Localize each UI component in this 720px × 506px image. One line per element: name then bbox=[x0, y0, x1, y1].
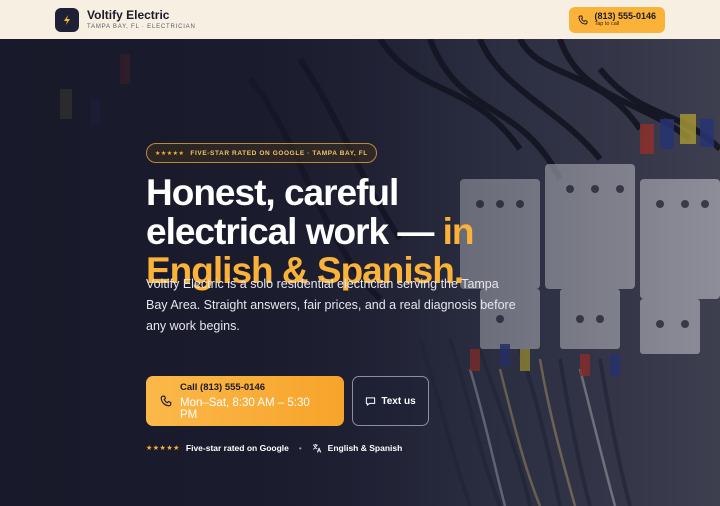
call-button-number: Call (813) 555-0146 bbox=[179, 381, 266, 393]
trust-language-label: English & Spanish bbox=[327, 443, 403, 453]
brand-subtitle: TAMPA BAY, FL · ELECTRICIAN bbox=[87, 23, 196, 30]
site-header: Voltify Electric TAMPA BAY, FL · ELECTRI… bbox=[0, 0, 720, 39]
text-us-button[interactable]: Text us bbox=[352, 376, 429, 426]
trust-rating-label: Five-star rated on Google bbox=[185, 443, 289, 453]
call-button-hours: Mon–Sat, 8:30 AM – 5:30 PM bbox=[179, 396, 310, 421]
message-icon bbox=[366, 396, 376, 406]
text-us-label: Text us bbox=[381, 395, 416, 407]
rating-badge: ★★★★★ FIVE-STAR RATED ON GOOGLE · TAMPA … bbox=[146, 143, 377, 163]
lightning-bolt-icon bbox=[64, 14, 70, 25]
rating-badge-text: FIVE-STAR RATED ON GOOGLE · TAMPA BAY, F… bbox=[190, 149, 368, 157]
phone-icon bbox=[160, 395, 172, 407]
trust-separator: • bbox=[298, 443, 302, 453]
headline-line-1: Honest, careful bbox=[146, 172, 399, 213]
headline-line-2: electrical work — bbox=[146, 211, 434, 252]
hero-headline: Honest, careful electrical work — in Eng… bbox=[146, 173, 566, 290]
brand[interactable]: Voltify Electric TAMPA BAY, FL · ELECTRI… bbox=[55, 7, 196, 32]
star-rating-icon: ★★★★★ bbox=[155, 150, 185, 157]
headline-accent-1: in bbox=[442, 211, 475, 252]
logo bbox=[55, 7, 79, 32]
call-button[interactable]: Call (813) 555-0146 Mon–Sat, 8:30 AM – 5… bbox=[146, 376, 344, 426]
trust-row: ★★★★★ Five-star rated on Google • Englis… bbox=[146, 441, 402, 455]
hero-description: Voltify Electric is a solo residential e… bbox=[146, 277, 516, 333]
phone-icon bbox=[578, 15, 588, 24]
header-call-button[interactable]: (813) 555-0146 Tap to call bbox=[569, 6, 665, 33]
brand-name: Voltify Electric bbox=[87, 7, 170, 22]
translate-icon bbox=[312, 443, 321, 453]
star-rating-icon: ★★★★★ bbox=[146, 445, 180, 452]
header-call-hint: Tap to call bbox=[594, 21, 620, 27]
header-call-number: (813) 555-0146 bbox=[594, 11, 656, 21]
